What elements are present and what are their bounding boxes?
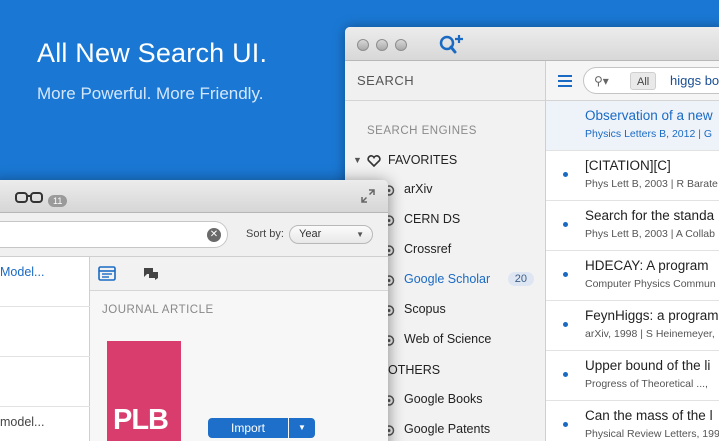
sidebar-item-label: Google Books	[404, 392, 483, 406]
result-source: Phys Lett B, 2003 | R Barate	[585, 178, 718, 190]
chevron-down-icon: ▼	[356, 230, 364, 239]
window-titlebar	[345, 27, 719, 61]
result-title[interactable]: Observation of a new	[585, 108, 713, 123]
search-toolbar: ⚲▾ All higgs bo	[546, 61, 719, 101]
journal-cover: PLB	[107, 341, 181, 441]
list-item[interactable]	[0, 307, 90, 357]
disclosure-triangle-icon[interactable]: ▼	[353, 155, 362, 165]
results-pane: ⚲▾ All higgs bo Observation of a new Phy…	[546, 61, 719, 441]
others-label: OTHERS	[388, 363, 441, 377]
result-count-badge: 20	[507, 272, 534, 286]
comments-icon[interactable]	[142, 266, 160, 281]
result-source: Physical Review Letters, 199	[585, 428, 719, 440]
result-title[interactable]: FeynHiggs: a program	[585, 308, 719, 323]
unread-dot	[563, 372, 568, 377]
list-item[interactable]: Model...	[0, 257, 90, 307]
menu-icon[interactable]	[558, 75, 572, 87]
search-window: SEARCH SEARCH ENGINES ▼ FAVORITES arXiv …	[345, 27, 719, 441]
favorites-label: FAVORITES	[388, 153, 458, 167]
hero-title: All New Search UI.	[37, 38, 268, 68]
sort-value: Year	[299, 228, 322, 240]
library-toolbar: ✕ Sort by: Year ▼	[0, 213, 388, 257]
minimize-window-button[interactable]	[376, 39, 388, 51]
result-row[interactable]: HDECAY: A program Computer Physics Commu…	[546, 251, 719, 301]
result-title[interactable]: [CITATION][C]	[585, 158, 671, 173]
search-icon[interactable]: ⚲▾	[594, 74, 609, 88]
tab-info-icon[interactable]	[98, 266, 116, 281]
sidebar-item-label: Crossref	[404, 242, 452, 256]
sidebar-item-label: CERN DS	[404, 212, 461, 226]
import-dropdown-button[interactable]: ▼	[289, 418, 315, 438]
sort-label: Sort by:	[246, 228, 284, 240]
sort-select[interactable]: Year ▼	[289, 225, 373, 244]
sidebar-header: SEARCH	[345, 61, 545, 101]
sidebar-item-label: Scopus	[404, 302, 446, 316]
unread-dot	[563, 422, 568, 427]
result-row[interactable]: Can the mass of the l Physical Review Le…	[546, 401, 719, 441]
result-title[interactable]: Can the mass of the l	[585, 408, 713, 423]
library-search-input[interactable]: ✕	[0, 221, 228, 248]
unread-dot	[563, 222, 568, 227]
sidebar-item-label: Web of Science	[404, 332, 492, 346]
result-source: Physics Letters B, 2012 | G	[585, 128, 713, 140]
result-title[interactable]: Upper bound of the li	[585, 358, 710, 373]
result-row[interactable]: Observation of a new Physics Letters B, …	[546, 101, 719, 151]
result-row[interactable]: Upper bound of the li Progress of Theore…	[546, 351, 719, 401]
search-plus-icon[interactable]	[438, 33, 464, 55]
result-row[interactable]: Search for the standa Phys Lett B, 2003 …	[546, 201, 719, 251]
sidebar-item-label: Google Scholar	[404, 272, 491, 286]
reading-glasses-icon[interactable]	[14, 189, 44, 205]
result-source: Progress of Theoretical ...,	[585, 378, 708, 390]
result-source: arXiv, 1998 | S Heinemeyer,	[585, 328, 715, 340]
sidebar-item-label: arXiv	[404, 182, 433, 196]
unread-dot	[563, 172, 568, 177]
zoom-window-button[interactable]	[395, 39, 407, 51]
result-row[interactable]: [CITATION][C] Phys Lett B, 2003 | R Bara…	[546, 151, 719, 201]
unread-dot	[563, 322, 568, 327]
clear-search-icon[interactable]: ✕	[207, 228, 221, 242]
heart-icon	[367, 155, 381, 167]
document-detail: JOURNAL ARTICLE PLB Import ▼	[90, 257, 388, 441]
search-query[interactable]: higgs bo	[670, 73, 719, 88]
result-row[interactable]: FeynHiggs: a program arXiv, 1998 | S Hei…	[546, 301, 719, 351]
list-item[interactable]	[0, 357, 90, 407]
document-type: JOURNAL ARTICLE	[102, 304, 214, 316]
document-list: Model... model...	[0, 257, 90, 441]
list-item[interactable]: model...	[0, 407, 90, 441]
window-titlebar: 11	[0, 180, 388, 213]
sidebar-section-engines: SEARCH ENGINES	[367, 125, 477, 137]
count-badge: 11	[48, 195, 68, 207]
result-source: Phys Lett B, 2003 | A Collab	[585, 228, 715, 240]
scope-selector[interactable]: All	[630, 72, 657, 90]
import-button[interactable]: Import	[208, 418, 288, 438]
library-window: 11 ✕ Sort by: Year ▼ Model... model... J…	[0, 180, 388, 441]
close-window-button[interactable]	[357, 39, 369, 51]
unread-dot	[563, 272, 568, 277]
hero-subtitle: More Powerful. More Friendly.	[37, 84, 264, 103]
journal-cover-text: PLB	[113, 404, 169, 436]
sidebar-item-label: Google Patents	[404, 422, 491, 436]
result-title[interactable]: Search for the standa	[585, 208, 714, 223]
result-title[interactable]: HDECAY: A program	[585, 258, 709, 273]
detail-tabs	[90, 257, 388, 291]
result-source: Computer Physics Commun	[585, 278, 716, 290]
expand-icon[interactable]	[361, 189, 375, 203]
search-input[interactable]: ⚲▾ All higgs bo	[583, 67, 719, 94]
